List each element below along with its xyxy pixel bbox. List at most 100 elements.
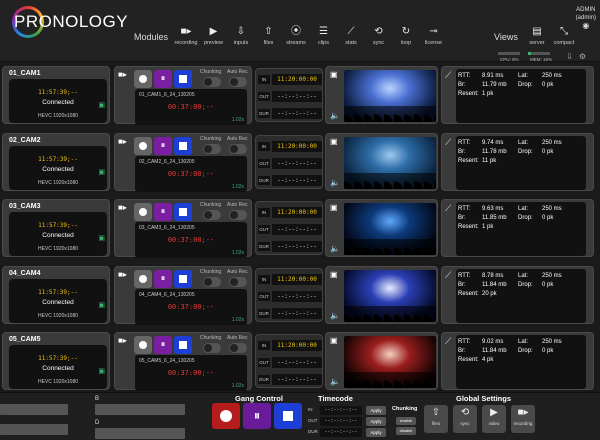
gang-timecode-label: IN [308,407,313,412]
preview-image[interactable] [344,336,436,388]
gang-timecode-value[interactable]: --:--:--:-- [320,428,362,437]
chunking-disable-button[interactable]: disable [396,427,416,435]
stats-icon[interactable]: ⟋ [445,336,451,347]
global-video-button[interactable]: ▶ video [482,405,506,433]
recording-filename: 03_CAM3_6_24_130205 [139,225,195,231]
stop-button[interactable] [174,269,192,288]
pause-button[interactable]: ⏸ [154,336,172,354]
record-button[interactable] [134,203,152,221]
stat-lat-value: 250 ms [542,73,562,79]
timecode-in-value[interactable]: 11:20:00:00 [272,140,322,152]
gang-timecode-value[interactable]: --:--:--:-- [320,417,362,426]
camera-card[interactable]: 01_CAM1 11:57:39;-- Connected HEVC 1920x108… [2,66,110,124]
global-files-button[interactable]: ⇧ files [424,405,448,433]
record-button[interactable] [134,136,152,155]
camera-name: 04_CAM4 [9,269,41,277]
record-button[interactable] [134,336,152,354]
preview-image[interactable] [344,70,436,122]
bottom-field-c[interactable] [0,424,68,435]
camera-name: 01_CAM1 [9,70,41,77]
pause-button[interactable]: ⏸ [154,70,172,88]
stop-button[interactable] [174,336,192,354]
stat-drop-label: Drop: [518,215,533,221]
gang-pause-button[interactable]: ⏸ [243,403,271,429]
timecode-in-value[interactable]: 11:20:00:00 [272,74,322,85]
camera-card[interactable]: 05_CAM5 11:57:39;-- Connected HEVC 1920x108… [2,332,110,390]
global-button-label: sync [460,421,470,426]
speaker-icon[interactable]: 🔈 [330,111,340,120]
stop-button[interactable] [174,203,192,221]
timecode-dur-value[interactable]: --:--:--:-- [272,374,322,385]
bottom-field-b[interactable] [95,404,185,415]
record-icon [139,141,147,150]
bottom-field-d[interactable] [95,428,185,439]
gear-icon[interactable]: ⚙ [579,52,592,61]
record-button[interactable] [134,70,152,88]
chunking-toggle[interactable] [203,77,221,87]
timecode-dur-value[interactable]: --:--:--:-- [272,108,322,119]
auto-rec-toggle[interactable] [229,210,247,220]
global-sync-button[interactable]: ⟲ sync [453,405,477,433]
speaker-icon[interactable]: 🔈 [330,244,340,253]
preview-image[interactable] [344,136,436,189]
auto-rec-toggle[interactable] [229,276,247,287]
camera-icon: ■▸ [118,70,127,79]
timecode-out-value[interactable]: --:--:--:-- [272,357,322,368]
user-menu[interactable]: ADMIN (admin) ◉ [576,6,596,31]
pause-button[interactable]: ⏸ [154,203,172,221]
stats-icon[interactable]: ⟋ [445,70,451,81]
gang-record-button[interactable] [212,403,240,429]
module-license-button[interactable]: ⊸ license [418,26,450,50]
stats-icon[interactable]: ⟋ [445,203,451,214]
preview-icon: ▣ [330,136,338,146]
timecode-in-value[interactable]: 11:20:00:00 [272,207,322,218]
bottom-field-a[interactable] [0,404,68,415]
pause-button[interactable]: ⏸ [154,269,172,288]
timecode-out-value[interactable]: --:--:--:-- [272,224,322,235]
chunking-toggle[interactable] [203,143,221,154]
pause-icon: ⏸ [160,272,166,283]
speaker-icon[interactable]: 🔈 [330,178,340,187]
recording-card: ■▸ ⏸ Chunking Auto Rec 01_CAM1_6_24_130205 00… [114,66,252,125]
auto-rec-toggle[interactable] [229,343,247,353]
timecode-dur-value[interactable]: --:--:--:-- [272,241,322,252]
stop-button[interactable] [174,70,192,88]
stop-button[interactable] [174,136,192,155]
preview-icon: ▣ [330,336,338,345]
timecode-card: IN 11:20:00:00 OUT --:--:--:-- DUR --:--:--:-… [255,201,323,255]
apply-button[interactable]: Apply [366,406,386,415]
chunking-toggle[interactable] [203,343,221,353]
timecode-out-value[interactable]: --:--:--:-- [272,91,322,102]
stats-icon[interactable]: ⟋ [445,270,451,281]
camera-time: 11:57:39;-- [38,355,78,362]
speaker-icon[interactable]: 🔈 [330,377,340,386]
bottom-panel: B D Gang Control ⏸ Timecode IN --:--:--:-… [0,392,600,440]
apply-button[interactable]: Apply [366,428,386,437]
apply-button[interactable]: Apply [366,417,386,426]
auto-rec-toggle[interactable] [229,143,247,154]
gang-timecode-value[interactable]: --:--:--:-- [320,406,362,415]
camera-card[interactable]: 02_CAM2 11:57:39;-- Connected HEVC 1920x108… [2,132,110,191]
timecode-in-value[interactable]: 11:20:00:00 [272,340,322,351]
timecode-in-value[interactable]: 11:20:00:00 [272,273,322,285]
chunking-toggle[interactable] [203,276,221,287]
speaker-icon[interactable]: 🔈 [330,311,340,320]
camera-card[interactable]: 04_CAM4 11:57:39;-- Connected HEVC 1920x108… [2,265,110,324]
preview-image[interactable] [344,203,436,255]
pause-button[interactable]: ⏸ [154,136,172,155]
auto-rec-toggle[interactable] [229,77,247,87]
stats-icon[interactable]: ⟋ [445,137,451,148]
record-button[interactable] [134,269,152,288]
global-recording-button[interactable]: ■▸ recording [511,405,535,433]
timecode-dur-value[interactable]: --:--:--:-- [272,307,322,319]
camera-card[interactable]: 03_CAM3 11:57:39;-- Connected HEVC 1920x108… [2,199,110,257]
preview-image[interactable] [344,269,436,322]
timecode-dur-value[interactable]: --:--:--:-- [272,174,322,186]
timecode-out-value[interactable]: --:--:--:-- [272,157,322,169]
download-icon[interactable]: ⇩ [566,52,579,61]
chunking-toggle[interactable] [203,210,221,220]
camera-row: 02_CAM2 11:57:39;-- Connected HEVC 1920x108… [0,130,600,193]
chunking-enable-button[interactable]: enable [396,417,416,425]
timecode-out-value[interactable]: --:--:--:-- [272,290,322,302]
gang-stop-button[interactable] [274,403,302,429]
